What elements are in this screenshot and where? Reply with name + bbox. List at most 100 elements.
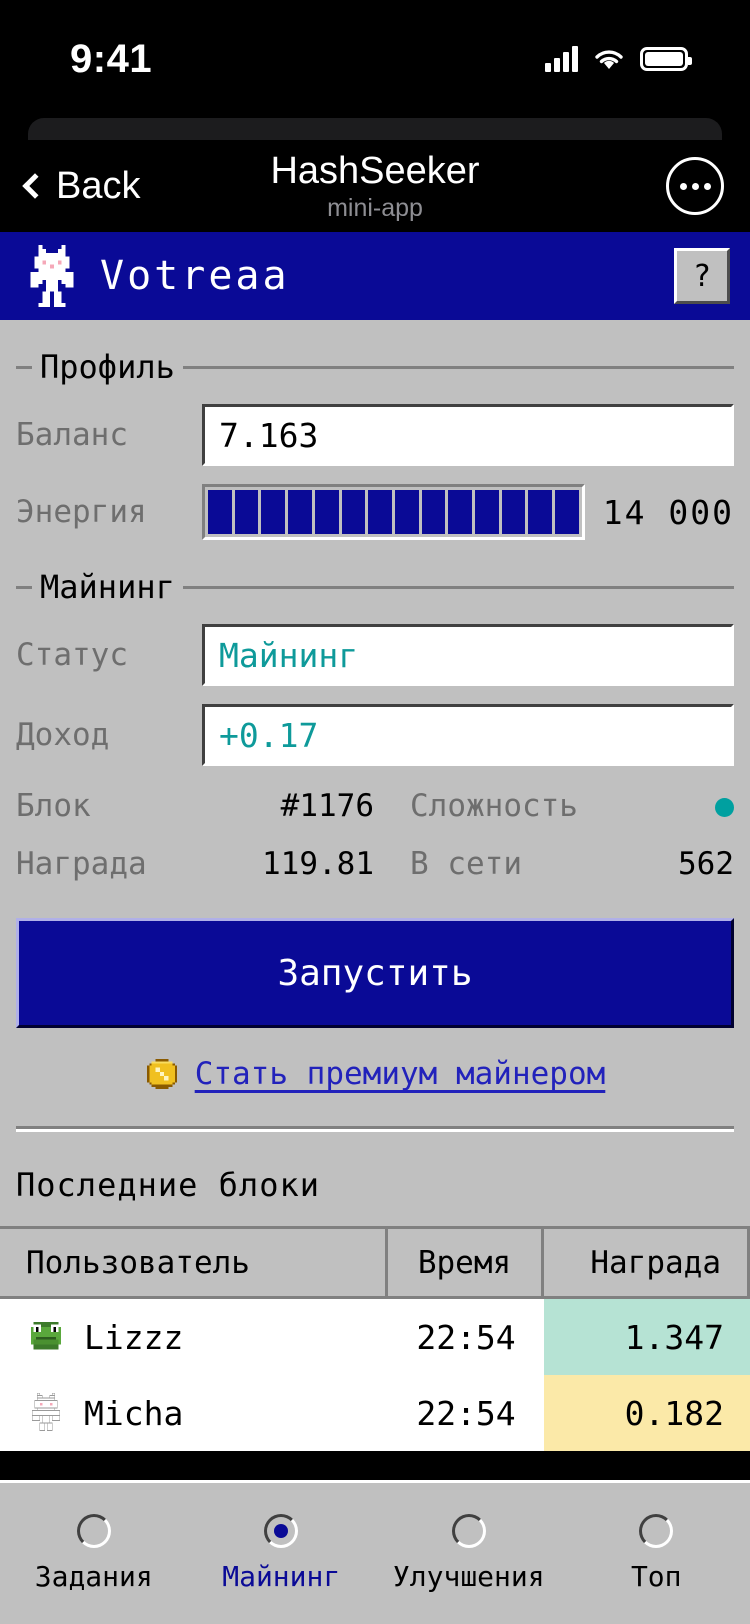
app-content: Профиль Баланс 7.163 Энергия 14 000 Майн…: [0, 348, 750, 1451]
white-cat-avatar-icon: [31, 1393, 61, 1431]
mining-section: Майнинг Статус Майнинг Доход +0.17 Блок …: [16, 568, 734, 1092]
difficulty-label: Сложность: [410, 788, 578, 824]
nav-label: Майнинг: [222, 1560, 341, 1593]
status-field[interactable]: Майнинг: [202, 624, 734, 686]
premium-link-label: Стать премиум майнером: [194, 1056, 606, 1092]
column-header-reward: Награда: [544, 1229, 750, 1299]
energy-segment: [314, 490, 339, 534]
nav-item-mining[interactable]: Майнинг: [188, 1514, 376, 1593]
difficulty-value: [654, 788, 734, 824]
profile-legend-label: Профиль: [40, 348, 175, 386]
cell-reward: 0.182: [544, 1375, 750, 1451]
help-button[interactable]: ?: [674, 248, 730, 304]
pixel-cat-icon: [30, 245, 74, 307]
reward-value: 119.81: [262, 846, 374, 882]
balance-row: Баланс 7.163: [16, 404, 734, 466]
nav-label: Топ: [630, 1560, 682, 1593]
online-label: В сети: [410, 846, 522, 882]
telegram-nav-bar: Back HashSeeker mini-app: [0, 140, 750, 232]
section-divider: [16, 1126, 734, 1132]
back-button[interactable]: Back: [22, 164, 141, 208]
energy-segment: [341, 490, 366, 534]
mining-legend-label: Майнинг: [40, 568, 175, 606]
cell-user: Lizzz: [0, 1299, 388, 1375]
more-dots-icon[interactable]: [666, 157, 724, 215]
app-username: Votreaa: [100, 253, 290, 299]
start-mining-button[interactable]: Запустить: [16, 918, 734, 1028]
profile-section: Профиль Баланс 7.163 Энергия 14 000: [16, 348, 734, 540]
legend-rule: [182, 365, 734, 369]
legend-dash-left: [16, 365, 32, 369]
status-row: Статус Майнинг: [16, 624, 734, 686]
energy-segment: [501, 490, 526, 534]
block-difficulty-row: Блок #1176 Сложность: [16, 788, 734, 824]
user-name: Lizzz: [84, 1317, 184, 1357]
table-header-row: Пользователь Время Награда: [0, 1229, 750, 1299]
teal-status-dot-icon: [715, 798, 734, 817]
nav-item-tasks[interactable]: Задания: [0, 1514, 188, 1593]
signal-bars-icon: [545, 46, 578, 72]
income-row: Доход +0.17: [16, 704, 734, 766]
table-row[interactable]: Lizzz 22:54 1.347: [0, 1299, 750, 1375]
bottom-navigation: Задания Майнинг Улучшения Топ: [0, 1480, 750, 1624]
recent-blocks-table: Пользователь Время Награда Lizzz 22:54 1…: [0, 1226, 750, 1451]
sheet-handle[interactable]: [28, 118, 722, 140]
wifi-icon: [595, 50, 623, 69]
energy-progress-bar: [202, 484, 585, 540]
energy-segment: [208, 490, 232, 534]
energy-segment: [421, 490, 446, 534]
back-label: Back: [56, 164, 141, 207]
status-time: 9:41: [70, 36, 153, 81]
nav-label: Задания: [34, 1560, 153, 1593]
cell-time: 22:54: [388, 1375, 544, 1451]
table-row[interactable]: Micha 22:54 0.182: [0, 1375, 750, 1451]
gold-coin-icon: [146, 1059, 177, 1089]
energy-value: 14 000: [602, 492, 734, 532]
energy-segment: [288, 490, 312, 534]
status-indicators: [545, 46, 692, 72]
energy-segment: [261, 490, 286, 534]
app-title-bar: Votreaa ?: [0, 232, 750, 320]
block-value: #1176: [280, 788, 374, 824]
energy-meter: 14 000: [202, 484, 734, 540]
nav-label: Улучшения: [392, 1560, 545, 1593]
energy-segment: [555, 490, 579, 534]
phone-screen: 9:41 Back HashSeeker mini-app Votreaa ? …: [0, 0, 750, 1624]
energy-segment: [475, 490, 499, 534]
energy-segment: [448, 490, 473, 534]
balance-label: Баланс: [16, 417, 128, 453]
profile-legend: Профиль: [16, 348, 734, 386]
radio-icon: [76, 1514, 111, 1548]
recent-blocks-title: Последние блоки: [16, 1166, 320, 1204]
legend-rule: [182, 585, 734, 589]
income-field[interactable]: +0.17: [202, 704, 734, 766]
status-label: Статус: [16, 637, 128, 673]
battery-icon: [640, 47, 692, 71]
radio-icon: [451, 1514, 486, 1548]
user-name: Micha: [84, 1393, 184, 1433]
pepe-frog-avatar-icon: [31, 1322, 61, 1350]
chevron-left-icon: [22, 173, 48, 199]
cell-reward: 1.347: [544, 1299, 750, 1375]
column-header-user: Пользователь: [0, 1229, 388, 1299]
reward-online-row: Награда 119.81 В сети 562: [16, 846, 734, 882]
nav-item-upgrades[interactable]: Улучшения: [375, 1514, 563, 1593]
balance-field[interactable]: 7.163: [202, 404, 734, 466]
cell-user: Micha: [0, 1375, 388, 1451]
nav-item-top[interactable]: Топ: [563, 1514, 750, 1593]
premium-link[interactable]: Стать премиум майнером: [16, 1056, 734, 1092]
cell-time: 22:54: [388, 1299, 544, 1375]
mining-legend: Майнинг: [16, 568, 734, 606]
energy-row: Энергия 14 000: [16, 484, 734, 540]
energy-segment: [528, 490, 553, 534]
legend-dash-left: [16, 585, 32, 589]
radio-icon: [639, 1514, 674, 1548]
energy-segment: [394, 490, 419, 534]
income-label: Доход: [16, 717, 110, 753]
column-header-time: Время: [388, 1229, 544, 1299]
ios-status-bar: 9:41: [0, 0, 750, 118]
block-label: Блок: [16, 788, 91, 824]
energy-segment: [234, 490, 259, 534]
energy-label: Энергия: [16, 494, 147, 530]
reward-label: Награда: [16, 846, 147, 882]
